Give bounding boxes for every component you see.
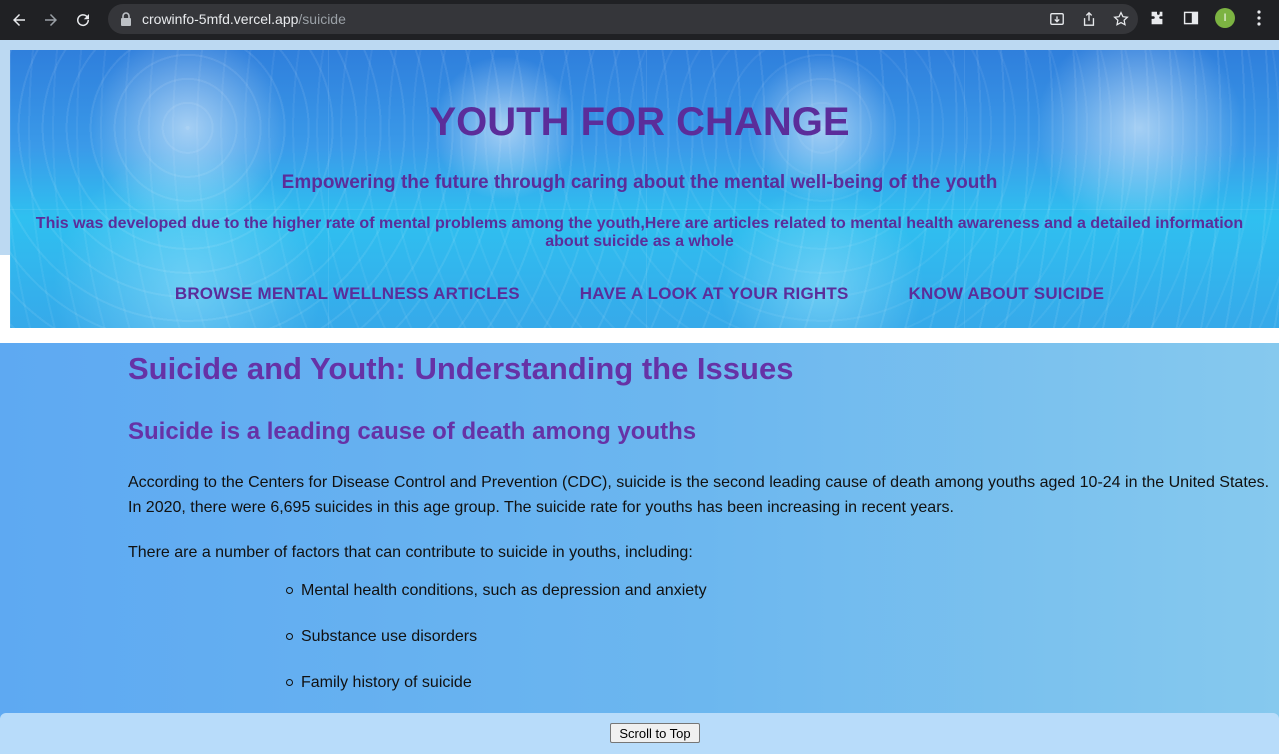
address-bar[interactable]: crowinfo-5mfd.vercel.app/suicide <box>108 4 1138 34</box>
nav-link-articles[interactable]: BROWSE MENTAL WELLNESS ARTICLES <box>175 284 520 304</box>
list-item: Mental health conditions, such as depres… <box>286 582 707 628</box>
paragraph-factors: There are a number of factors that can c… <box>128 544 693 561</box>
reload-icon[interactable] <box>70 7 96 33</box>
lock-icon[interactable] <box>120 12 132 26</box>
menu-icon[interactable] <box>1249 8 1269 28</box>
site-description: This was developed due to the higher rat… <box>35 215 1244 250</box>
bullet-icon <box>286 587 293 594</box>
footer-bar: Scroll to Top <box>0 713 1279 754</box>
article-title: Suicide and Youth: Understanding the Iss… <box>128 351 794 386</box>
article: Suicide and Youth: Understanding the Iss… <box>128 350 1273 691</box>
profile-avatar[interactable]: I <box>1215 8 1235 28</box>
sidepanel-icon[interactable] <box>1181 8 1201 28</box>
download-icon[interactable] <box>1048 10 1066 28</box>
url-text: crowinfo-5mfd.vercel.app/suicide <box>142 11 346 27</box>
browser-toolbar: crowinfo-5mfd.vercel.app/suicide I <box>0 0 1279 40</box>
site-title: YOUTH FOR CHANGE <box>429 100 850 144</box>
list-item: Substance use disorders <box>286 628 707 674</box>
site-subtitle: Empowering the future through caring abo… <box>281 172 998 193</box>
back-icon[interactable] <box>6 7 32 33</box>
paragraph-cdc: According to the Centers for Disease Con… <box>128 474 1270 516</box>
nav-link-suicide[interactable]: KNOW ABOUT SUICIDE <box>909 284 1105 304</box>
factors-list: Mental health conditions, such as depres… <box>286 582 707 720</box>
scroll-to-top-button[interactable]: Scroll to Top <box>610 723 700 743</box>
forward-icon[interactable] <box>38 7 64 33</box>
star-icon[interactable] <box>1112 10 1130 28</box>
bullet-icon <box>286 679 293 686</box>
share-icon[interactable] <box>1080 10 1098 28</box>
bullet-icon <box>286 633 293 640</box>
section-title: Suicide is a leading cause of death amon… <box>128 418 697 445</box>
main-nav: BROWSE MENTAL WELLNESS ARTICLES HAVE A L… <box>0 284 1279 304</box>
page: YOUTH FOR CHANGE Empowering the future t… <box>0 40 1279 754</box>
nav-link-rights[interactable]: HAVE A LOOK AT YOUR RIGHTS <box>580 284 849 304</box>
extensions-icon[interactable] <box>1147 8 1167 28</box>
